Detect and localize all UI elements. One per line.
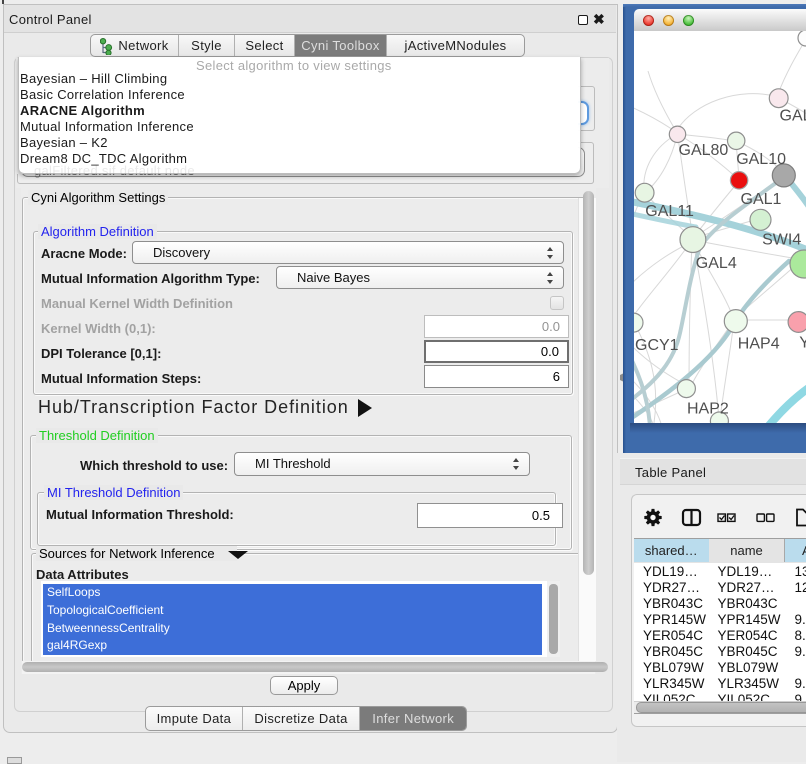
svg-text:GAL1: GAL1 (741, 191, 782, 208)
svg-text:GCY1: GCY1 (635, 337, 679, 354)
svg-text:GAL11: GAL11 (645, 203, 694, 220)
svg-text:SWI4: SWI4 (762, 232, 801, 249)
svg-text:GAL80: GAL80 (679, 142, 729, 159)
svg-text:Y: Y (799, 334, 806, 351)
svg-text:GAL10: GAL10 (736, 151, 786, 168)
svg-text:HAP2: HAP2 (687, 400, 729, 417)
svg-text:GAL: GAL (780, 108, 806, 125)
svg-text:HAP4: HAP4 (738, 336, 780, 353)
svg-text:GAL4: GAL4 (696, 255, 737, 272)
